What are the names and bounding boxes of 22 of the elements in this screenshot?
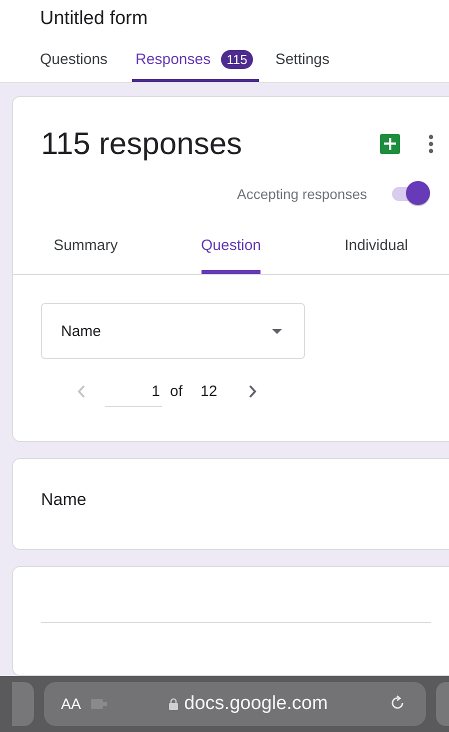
accepting-label: Accepting responses — [237, 186, 367, 202]
lock-icon — [169, 698, 178, 710]
spreadsheet-icon[interactable] — [380, 134, 400, 154]
question-dropdown[interactable]: Name — [41, 303, 305, 359]
view-tab[interactable]: Individual — [304, 223, 449, 274]
view-tab[interactable]: Summary — [13, 223, 158, 274]
responses-title: 115 responses — [41, 126, 244, 162]
page-total: 12 — [200, 382, 218, 400]
more-options-icon[interactable] — [428, 134, 434, 154]
page-field[interactable]: 1 — [105, 383, 162, 407]
pager-of: of — [170, 382, 183, 400]
nav-tab[interactable]: Questions — [40, 40, 108, 82]
address-bar[interactable]: AA docs.google.com — [44, 682, 426, 726]
form-title: Untitled form — [40, 7, 149, 31]
question-title: Name — [40, 489, 88, 510]
nav-tab[interactable]: Settings — [275, 40, 330, 82]
count-badge: 115 — [220, 50, 254, 69]
dropdown-caret-icon — [272, 328, 282, 334]
view-tab[interactable]: Question — [158, 223, 304, 274]
next-icon[interactable] — [249, 384, 258, 398]
url-text: docs.google.com — [184, 693, 328, 715]
text-size-button[interactable]: AA — [61, 696, 82, 712]
